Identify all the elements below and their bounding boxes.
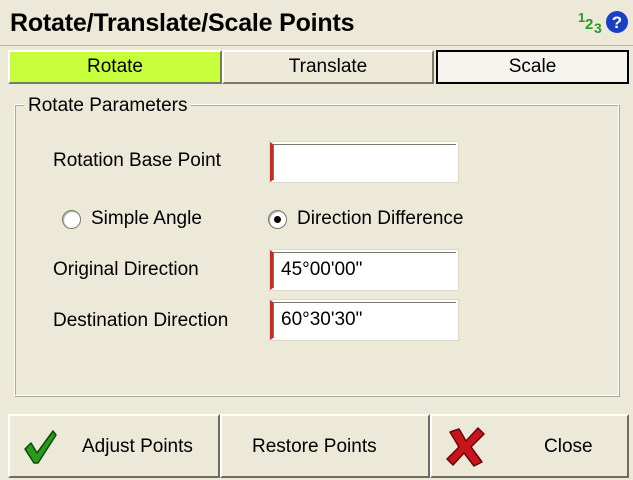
rotation-base-point-label: Rotation Base Point <box>53 150 221 171</box>
numbers-123-icon[interactable]: 1 2 3 <box>578 9 604 35</box>
rotation-base-point-input[interactable] <box>270 142 458 182</box>
checkmark-icon <box>24 430 57 464</box>
rotate-parameters-group-label: Rotate Parameters <box>24 95 192 117</box>
tab-translate[interactable]: Translate <box>222 50 434 84</box>
tab-rotate[interactable]: Rotate <box>8 50 222 84</box>
tab-scale[interactable]: Scale <box>436 50 629 84</box>
red-x-icon <box>446 427 485 467</box>
direction-difference-radio[interactable]: Direction Difference <box>268 208 464 230</box>
window-title: Rotate/Translate/Scale Points <box>10 9 355 37</box>
destination-direction-label: Destination Direction <box>53 310 229 331</box>
help-icon[interactable]: ? <box>605 10 629 34</box>
number-icon-two: 2 <box>585 16 593 33</box>
adjust-points-label: Adjust Points <box>82 436 193 457</box>
title-bar: Rotate/Translate/Scale Points 1 2 3 ? <box>0 0 633 46</box>
original-direction-label: Original Direction <box>53 259 199 280</box>
adjust-points-button[interactable]: Adjust Points <box>8 414 220 478</box>
simple-angle-label: Simple Angle <box>91 208 202 229</box>
close-label: Close <box>544 436 593 457</box>
tab-strip: Rotate Translate Scale <box>0 46 633 86</box>
original-direction-input[interactable] <box>270 250 458 290</box>
destination-direction-input[interactable] <box>270 300 458 340</box>
restore-points-button[interactable]: Restore Points <box>220 414 430 478</box>
close-button[interactable]: Close <box>430 414 629 478</box>
simple-angle-radio-circle[interactable] <box>62 209 81 229</box>
simple-angle-radio[interactable]: Simple Angle <box>62 208 202 230</box>
restore-points-label: Restore Points <box>252 436 377 457</box>
bottom-button-bar: Adjust Points Restore Points Close <box>0 414 633 480</box>
direction-difference-radio-circle[interactable] <box>268 209 287 229</box>
direction-difference-label: Direction Difference <box>297 208 464 229</box>
help-icon-glyph: ? <box>612 13 622 32</box>
number-icon-three: 3 <box>594 20 602 35</box>
